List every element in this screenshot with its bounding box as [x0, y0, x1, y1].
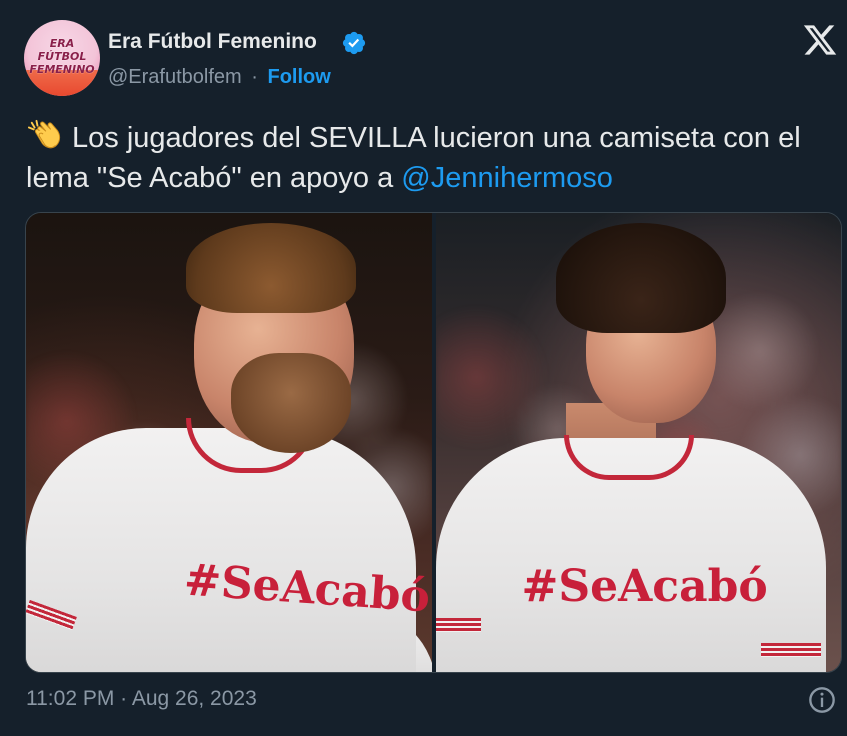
avatar-logo: ERA FÚTBOL FEMENINO [28, 37, 96, 76]
separator-dot: · [251, 66, 258, 88]
player-hair [555, 223, 726, 333]
mention-link[interactable]: @Jennihermoso [401, 162, 613, 194]
photo-right[interactable]: #SeAcabó [435, 213, 841, 672]
avatar-logo-line: FÚTBOL [37, 50, 87, 63]
media-grid[interactable]: #SeAcabó #SeAcabó [25, 212, 842, 673]
shirt-slogan-right: #SeAcabó [521, 561, 768, 612]
player-hair [186, 223, 356, 313]
player-beard [231, 353, 351, 453]
info-icon[interactable] [808, 686, 836, 714]
follow-button[interactable]: Follow [268, 66, 331, 88]
author-display-name[interactable]: Era Fútbol Femenino [108, 30, 317, 54]
photo-left[interactable]: #SeAcabó [26, 213, 432, 672]
author-avatar[interactable]: ERA FÚTBOL FEMENINO [24, 20, 100, 96]
tweet-timestamp[interactable]: 11:02 PM · Aug 26, 2023 [26, 687, 257, 711]
sleeve-stripe [760, 643, 821, 657]
clapping-hands-icon [28, 119, 61, 149]
tweet-text: Los jugadores del SEVILLA lucieron una c… [26, 118, 826, 198]
avatar-logo-line: FEMENINO [29, 63, 95, 76]
sleeve-stripe [435, 618, 481, 632]
author-handle-row: @Erafutbolfem · Follow [108, 66, 331, 89]
tweet-card: ERA FÚTBOL FEMENINO Era Fútbol Femenino … [0, 0, 847, 736]
x-logo-icon[interactable] [802, 22, 838, 58]
verified-badge-icon [342, 31, 366, 55]
avatar-logo-line: ERA [49, 37, 75, 50]
author-handle[interactable]: @Erafutbolfem [108, 66, 242, 88]
